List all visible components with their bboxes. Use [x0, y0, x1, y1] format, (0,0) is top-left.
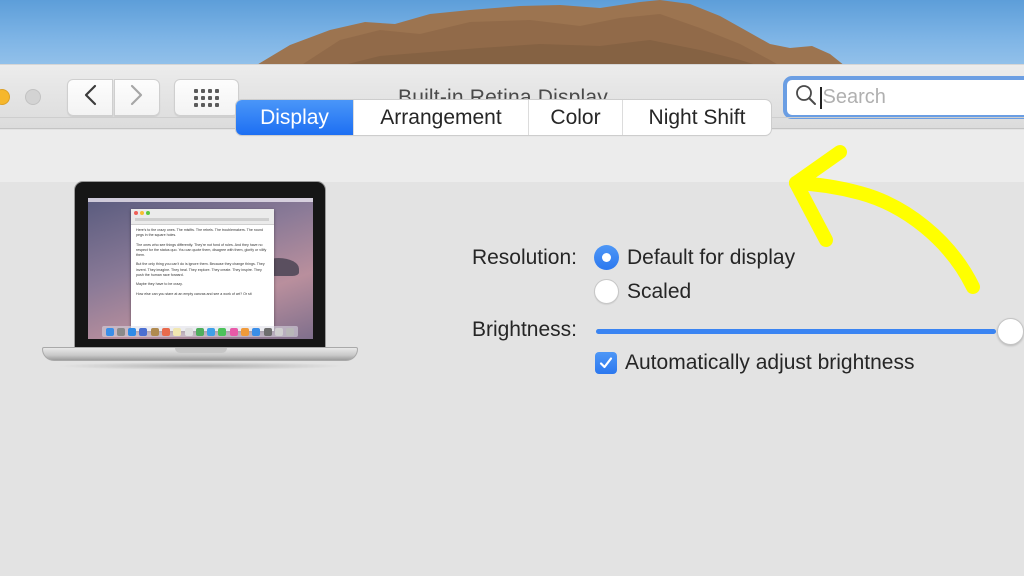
preview-document-text: Here's to the crazy ones. The misfits. T… — [131, 225, 274, 304]
checkmark-icon — [598, 355, 614, 371]
desktop-wallpaper — [0, 0, 1024, 66]
preview-paragraph: Here's to the crazy ones. The misfits. T… — [136, 228, 264, 238]
radio-selected[interactable] — [594, 245, 619, 270]
resolution-default-option[interactable]: Default for display — [594, 245, 795, 270]
slider-fill — [596, 329, 996, 334]
preview-paragraph: How else can you stare at an empty canva… — [136, 291, 252, 296]
preview-document-window: Here's to the crazy ones. The misfits. T… — [131, 209, 274, 331]
search-icon — [795, 84, 817, 111]
tab-arrangement[interactable]: Arrangement — [353, 100, 528, 135]
preview-paragraph: But the only thing you can't do is ignor… — [136, 262, 265, 278]
slider-knob[interactable] — [997, 318, 1024, 345]
slider-track — [596, 329, 996, 334]
preview-menubar — [88, 198, 313, 202]
tab-night-shift[interactable]: Night Shift — [622, 100, 771, 135]
preview-document-titlebar — [131, 209, 274, 225]
search-field[interactable] — [783, 76, 1024, 119]
resolution-scaled-option[interactable]: Scaled — [594, 279, 691, 304]
preview-paragraph: The ones who see things differently. The… — [136, 242, 267, 258]
tab-strip-background — [0, 130, 1024, 182]
laptop-lid: Here's to the crazy ones. The misfits. T… — [74, 181, 326, 349]
search-input[interactable] — [822, 86, 1023, 109]
auto-brightness-option[interactable]: Automatically adjust brightness — [595, 351, 914, 375]
resolution-label: Resolution: — [471, 246, 577, 269]
auto-brightness-checkbox[interactable] — [595, 352, 617, 374]
brightness-slider[interactable] — [596, 318, 1024, 346]
auto-brightness-label: Automatically adjust brightness — [625, 351, 915, 374]
display-preview-image: Here's to the crazy ones. The misfits. T… — [42, 181, 358, 376]
tab-display[interactable]: Display — [236, 100, 353, 135]
brightness-label: Brightness: — [471, 318, 577, 341]
tab-color[interactable]: Color — [528, 100, 622, 135]
radio-unselected[interactable] — [594, 279, 619, 304]
mountain-image — [255, 0, 845, 66]
preview-paragraph: Maybe they have to be crazy. — [136, 282, 183, 287]
preview-dock — [102, 326, 298, 337]
text-caret — [820, 86, 822, 109]
laptop-screen: Here's to the crazy ones. The misfits. T… — [88, 198, 313, 339]
radio-label: Default for display — [627, 245, 796, 269]
pane-tabs: Display Arrangement Color Night Shift — [236, 100, 771, 135]
radio-label: Scaled — [627, 279, 692, 303]
laptop-shadow — [56, 362, 346, 370]
laptop-base — [42, 347, 358, 361]
